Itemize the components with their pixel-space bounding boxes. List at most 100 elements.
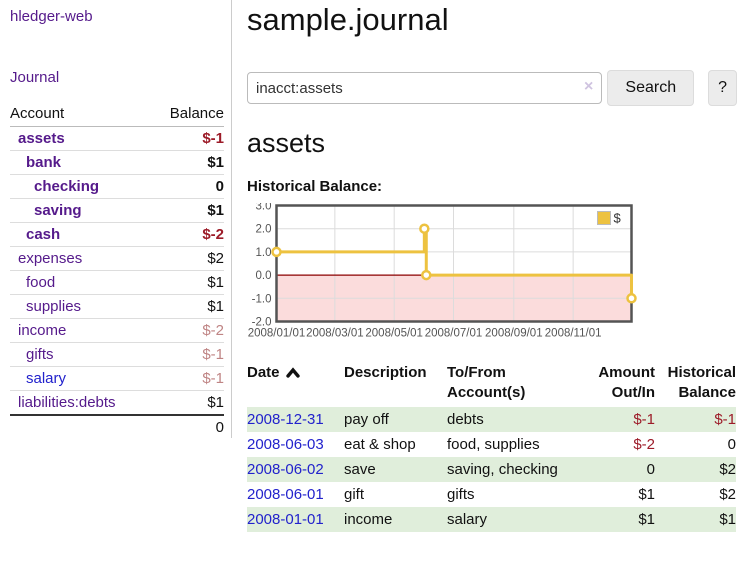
- svg-text:1.0: 1.0: [256, 247, 272, 259]
- account-link[interactable]: salary: [26, 370, 66, 387]
- svg-text:2008/09/01: 2008/09/01: [485, 328, 543, 340]
- transaction-balance: $2: [655, 482, 736, 507]
- account-row: supplies $1: [10, 295, 224, 319]
- transaction-accounts: saving, checking: [447, 457, 575, 482]
- svg-text:2008/11/01: 2008/11/01: [545, 328, 602, 340]
- transaction-description: pay off: [344, 407, 447, 432]
- transaction-accounts: food, supplies: [447, 432, 575, 457]
- accounts-header-row: Account Balance: [10, 103, 224, 127]
- transaction-date-link[interactable]: 2008-06-01: [247, 486, 324, 503]
- account-balance: $-1: [151, 343, 224, 367]
- sidebar-item-journal[interactable]: Journal: [10, 69, 223, 86]
- accounts-header-balance: Balance: [151, 103, 224, 127]
- main-content: sample.journal × Search ? assets Histori…: [232, 0, 742, 582]
- account-row: gifts $-1: [10, 343, 224, 367]
- chart-heading: Historical Balance:: [247, 178, 737, 195]
- clear-search-icon[interactable]: ×: [584, 79, 593, 95]
- svg-text:2008/03/01: 2008/03/01: [306, 328, 364, 340]
- account-link[interactable]: liabilities:debts: [18, 394, 116, 411]
- transaction-accounts: debts: [447, 407, 575, 432]
- accounts-total-row: 0: [10, 415, 224, 439]
- transaction-accounts: gifts: [447, 482, 575, 507]
- account-row: saving $1: [10, 199, 224, 223]
- register-row: 2008-06-03 eat & shop food, supplies $-2…: [247, 432, 736, 457]
- column-header-balance: Historical Balance: [655, 361, 736, 407]
- svg-text:2008/05/01: 2008/05/01: [365, 328, 423, 340]
- account-balance: $1: [151, 199, 224, 223]
- transaction-date-link[interactable]: 2008-06-03: [247, 436, 324, 453]
- register-row: 2008-06-01 gift gifts $1 $2: [247, 482, 736, 507]
- transaction-amount: $-1: [575, 407, 655, 432]
- account-balance: $1: [151, 151, 224, 175]
- register-row: 2008-06-02 save saving, checking 0 $2: [247, 457, 736, 482]
- account-row: income $-2: [10, 319, 224, 343]
- transaction-date-link[interactable]: 2008-01-01: [247, 511, 324, 528]
- accounts-total: 0: [151, 415, 224, 439]
- account-row: food $1: [10, 271, 224, 295]
- account-balance: 0: [151, 175, 224, 199]
- account-link[interactable]: gifts: [26, 346, 54, 363]
- account-row: cash $-2: [10, 223, 224, 247]
- page-title: sample.journal: [247, 2, 737, 38]
- column-header-amount: Amount Out/In: [575, 361, 655, 407]
- account-page-title: assets: [247, 128, 737, 159]
- svg-text:3.0: 3.0: [256, 203, 272, 213]
- account-link[interactable]: food: [26, 274, 55, 291]
- search-bar: × Search ?: [247, 70, 737, 106]
- account-row: liabilities:debts $1: [10, 391, 224, 416]
- account-balance: $-2: [151, 223, 224, 247]
- account-balance: $1: [151, 295, 224, 319]
- account-link[interactable]: checking: [34, 178, 99, 195]
- svg-text:2008/07/01: 2008/07/01: [425, 328, 483, 340]
- account-row: assets $-1: [10, 127, 224, 151]
- transaction-description: eat & shop: [344, 432, 447, 457]
- transaction-balance: $2: [655, 457, 736, 482]
- account-row: bank $1: [10, 151, 224, 175]
- account-link[interactable]: assets: [18, 130, 65, 147]
- account-balance: $-2: [151, 319, 224, 343]
- transaction-date-link[interactable]: 2008-12-31: [247, 411, 324, 428]
- help-button[interactable]: ?: [708, 70, 737, 106]
- transaction-description: save: [344, 457, 447, 482]
- svg-text:0.0: 0.0: [256, 270, 272, 282]
- brand-link[interactable]: hledger-web: [10, 8, 223, 25]
- account-link[interactable]: expenses: [18, 250, 82, 267]
- account-row: salary $-1: [10, 367, 224, 391]
- transaction-amount: $1: [575, 482, 655, 507]
- accounts-table: Account Balance assets $-1 bank $1 check…: [10, 103, 224, 439]
- sidebar: hledger-web Journal Account Balance asse…: [0, 0, 232, 438]
- search-button[interactable]: Search: [607, 70, 694, 106]
- account-balance: $-1: [151, 127, 224, 151]
- transaction-amount: $1: [575, 507, 655, 532]
- transaction-balance: 0: [655, 432, 736, 457]
- account-link[interactable]: bank: [26, 154, 61, 171]
- account-link[interactable]: cash: [26, 226, 60, 243]
- transaction-balance: $1: [655, 507, 736, 532]
- svg-text:2.0: 2.0: [256, 224, 272, 236]
- register-row: 2008-12-31 pay off debts $-1 $-1: [247, 407, 736, 432]
- sort-ascending-icon: [286, 364, 300, 384]
- transaction-description: gift: [344, 482, 447, 507]
- account-balance: $1: [151, 391, 224, 416]
- transaction-date-link[interactable]: 2008-06-02: [247, 461, 324, 478]
- transaction-accounts: salary: [447, 507, 575, 532]
- svg-text:2008/01/01: 2008/01/01: [248, 328, 306, 340]
- svg-text:$: $: [614, 211, 622, 226]
- account-link[interactable]: income: [18, 322, 66, 339]
- account-balance: $-1: [151, 367, 224, 391]
- register-row: 2008-01-01 income salary $1 $1: [247, 507, 736, 532]
- svg-text:-1.0: -1.0: [252, 293, 272, 305]
- transaction-description: income: [344, 507, 447, 532]
- account-link[interactable]: supplies: [26, 298, 81, 315]
- search-input[interactable]: [247, 72, 602, 104]
- column-header-date[interactable]: Date: [247, 361, 344, 407]
- register-table: Date Description To/From Account(s) Amou…: [247, 361, 736, 532]
- account-balance: $1: [151, 271, 224, 295]
- transaction-amount: $-2: [575, 432, 655, 457]
- column-header-description: Description: [344, 361, 447, 407]
- transaction-balance: $-1: [655, 407, 736, 432]
- account-balance: $2: [151, 247, 224, 271]
- transaction-amount: 0: [575, 457, 655, 482]
- account-row: expenses $2: [10, 247, 224, 271]
- account-link[interactable]: saving: [34, 202, 82, 219]
